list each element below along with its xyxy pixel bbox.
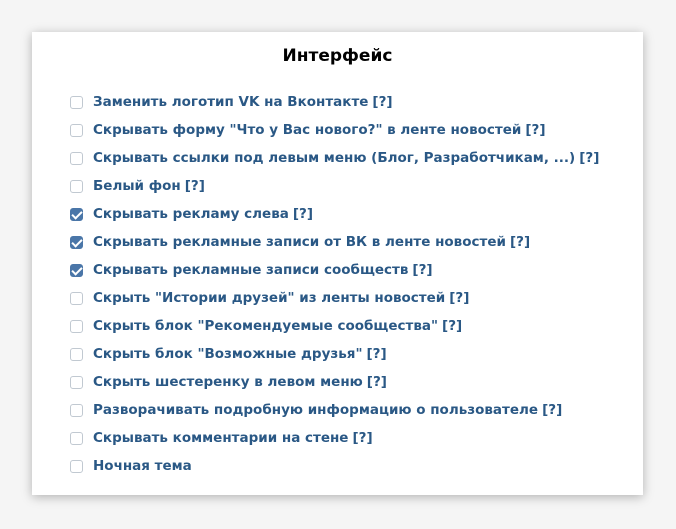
checkbox[interactable] — [70, 207, 83, 221]
checkbox[interactable] — [70, 151, 83, 165]
option-label: Скрывать рекламные записи от ВК в ленте … — [93, 234, 506, 250]
options-list: Заменить логотип VK на Вконтакте [?] Скр… — [70, 88, 599, 480]
option-night-theme[interactable]: Ночная тема — [70, 452, 599, 480]
help-link[interactable]: [?] — [542, 402, 562, 418]
checkbox[interactable] — [70, 291, 83, 305]
checkbox[interactable] — [70, 319, 83, 333]
option-label: Скрыть шестеренку в левом меню — [93, 374, 363, 390]
option-hide-friends-stories[interactable]: Скрыть "Истории друзей" из ленты новосте… — [70, 284, 599, 312]
option-hide-gear[interactable]: Скрыть шестеренку в левом меню [?] — [70, 368, 599, 396]
help-link[interactable]: [?] — [525, 122, 545, 138]
option-hide-recommended-communities[interactable]: Скрыть блок "Рекомендуемые сообщества" [… — [70, 312, 599, 340]
option-label: Скрывать рекламные записи сообществ — [93, 262, 409, 278]
option-hide-wall-comments[interactable]: Скрывать комментарии на стене [?] — [70, 424, 599, 452]
checkbox[interactable] — [70, 95, 83, 109]
settings-panel: Интерфейс Заменить логотип VK на Вконтак… — [32, 32, 643, 495]
help-link[interactable]: [?] — [366, 346, 386, 362]
option-label: Скрывать ссылки под левым меню (Блог, Ра… — [93, 150, 576, 166]
option-label: Скрывать комментарии на стене — [93, 430, 349, 446]
checkbox[interactable] — [70, 235, 83, 249]
help-link[interactable]: [?] — [412, 262, 432, 278]
help-link[interactable]: [?] — [579, 150, 599, 166]
checkbox[interactable] — [70, 263, 83, 277]
option-hide-post-form[interactable]: Скрывать форму "Что у Вас нового?" в лен… — [70, 116, 599, 144]
option-label: Скрыть "Истории друзей" из ленты новосте… — [93, 290, 446, 306]
help-link[interactable]: [?] — [352, 430, 372, 446]
option-label: Разворачивать подробную информацию о пол… — [93, 402, 539, 418]
checkbox[interactable] — [70, 123, 83, 137]
checkbox[interactable] — [70, 403, 83, 417]
panel-title: Интерфейс — [282, 46, 393, 66]
option-label: Скрыть блок "Возможные друзья" — [93, 346, 363, 362]
option-label: Скрывать форму "Что у Вас нового?" в лен… — [93, 122, 522, 138]
option-hide-vk-ad-posts[interactable]: Скрывать рекламные записи от ВК в ленте … — [70, 228, 599, 256]
option-hide-left-menu-links[interactable]: Скрывать ссылки под левым меню (Блог, Ра… — [70, 144, 599, 172]
option-label: Заменить логотип VK на Вконтакте — [93, 94, 369, 110]
help-link[interactable]: [?] — [367, 374, 387, 390]
help-link[interactable]: [?] — [372, 94, 392, 110]
option-hide-community-ad-posts[interactable]: Скрывать рекламные записи сообществ [?] — [70, 256, 599, 284]
help-link[interactable]: [?] — [510, 234, 530, 250]
checkbox[interactable] — [70, 179, 83, 193]
option-expand-user-info[interactable]: Разворачивать подробную информацию о пол… — [70, 396, 599, 424]
help-link[interactable]: [?] — [185, 178, 205, 194]
option-hide-left-ads[interactable]: Скрывать рекламу слева [?] — [70, 200, 599, 228]
checkbox[interactable] — [70, 375, 83, 389]
option-label: Скрывать рекламу слева — [93, 206, 289, 222]
option-label: Скрыть блок "Рекомендуемые сообщества" — [93, 318, 439, 334]
help-link[interactable]: [?] — [442, 318, 462, 334]
checkbox[interactable] — [70, 459, 83, 473]
option-hide-possible-friends[interactable]: Скрыть блок "Возможные друзья" [?] — [70, 340, 599, 368]
option-replace-logo[interactable]: Заменить логотип VK на Вконтакте [?] — [70, 88, 599, 116]
help-link[interactable]: [?] — [293, 206, 313, 222]
option-label: Белый фон — [93, 178, 181, 194]
help-link[interactable]: [?] — [449, 290, 469, 306]
option-label: Ночная тема — [93, 458, 192, 474]
checkbox[interactable] — [70, 347, 83, 361]
option-white-background[interactable]: Белый фон [?] — [70, 172, 599, 200]
checkbox[interactable] — [70, 431, 83, 445]
